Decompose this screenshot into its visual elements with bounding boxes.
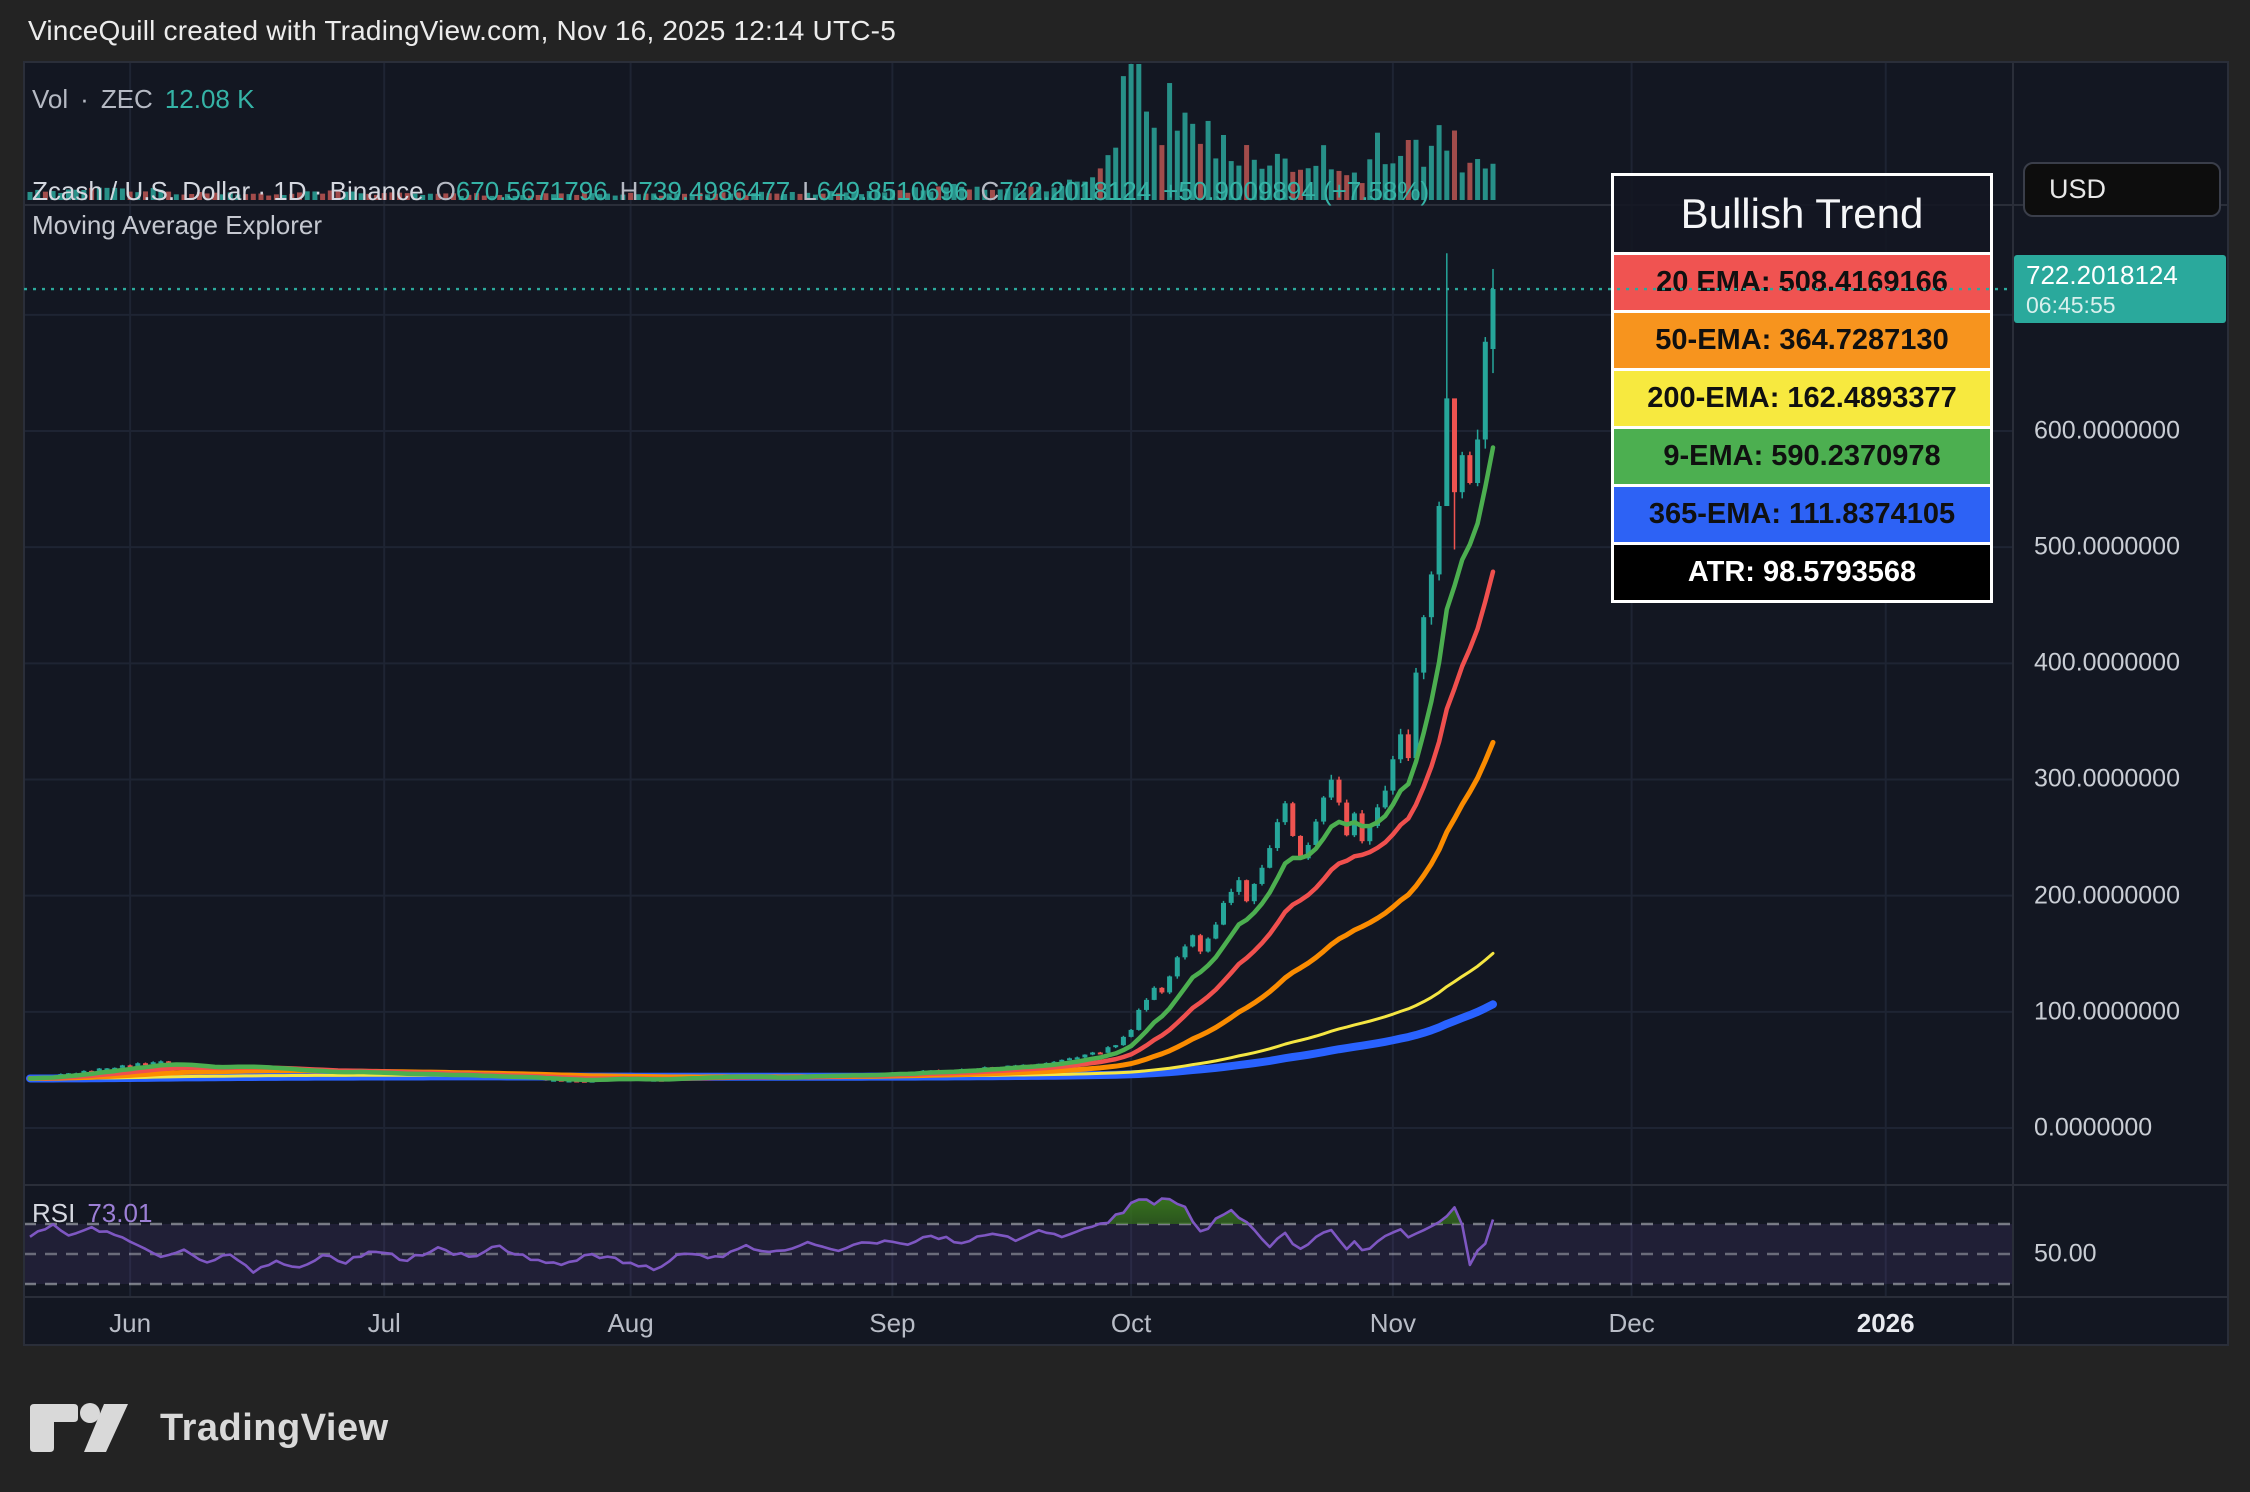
trend-row: 20 EMA: 508.4169166 — [1614, 252, 1990, 310]
trend-info-box: Bullish Trend 20 EMA: 508.416916650-EMA:… — [1611, 173, 1993, 603]
time-label: Dec — [1608, 1308, 1654, 1339]
volume-label: Vol — [32, 84, 68, 115]
close-label: C — [981, 176, 1000, 206]
volume-legend[interactable]: Vol · ZEC 12.08 K — [32, 84, 254, 115]
time-label: Nov — [1370, 1308, 1416, 1339]
trend-row: 9-EMA: 590.2370978 — [1614, 426, 1990, 484]
bar-countdown: 06:45:55 — [2026, 292, 2226, 319]
high-value: 739.4986477 — [638, 176, 790, 206]
trend-title: Bullish Trend — [1614, 176, 1990, 252]
tradingview-logo[interactable]: TradingView — [28, 1402, 389, 1454]
rsi-label: RSI — [32, 1198, 75, 1229]
time-label: Jul — [368, 1308, 401, 1339]
symbol-legend[interactable]: Zcash / U.S. Dollar · 1D · Binance O670.… — [32, 176, 1429, 207]
currency-toggle-button[interactable]: USD — [2023, 162, 2221, 217]
tradingview-snapshot: VinceQuill created with TradingView.com,… — [0, 0, 2250, 1492]
change-value: +50.9009894 (+7.58%) — [1163, 176, 1429, 207]
trend-rows: 20 EMA: 508.416916650-EMA: 364.728713020… — [1614, 252, 1990, 600]
volume-value: 12.08 K — [165, 84, 255, 115]
price-tick: 100.0000000 — [2034, 997, 2180, 1026]
trend-row: 200-EMA: 162.4893377 — [1614, 368, 1990, 426]
open-label: O — [436, 176, 456, 206]
price-tick: 0.0000000 — [2034, 1114, 2152, 1143]
tradingview-mark-icon — [28, 1402, 140, 1454]
indicator-legend[interactable]: Moving Average Explorer — [32, 210, 322, 241]
trend-row: 50-EMA: 364.7287130 — [1614, 310, 1990, 368]
time-label: Sep — [869, 1308, 915, 1339]
price-tick: 200.0000000 — [2034, 881, 2180, 910]
currency-label: USD — [2049, 174, 2106, 205]
low-value: 649.8510696 — [817, 176, 969, 206]
rsi-value: 73.01 — [87, 1198, 152, 1229]
rsi-legend[interactable]: RSI 73.01 — [32, 1198, 152, 1229]
volume-symbol: ZEC — [101, 84, 153, 115]
indicator-title: Moving Average Explorer — [32, 210, 322, 241]
time-label: Jun — [109, 1308, 151, 1339]
price-tick: 600.0000000 — [2034, 416, 2180, 445]
low-label: L — [802, 176, 816, 206]
volume-separator: · — [80, 84, 89, 115]
time-label: Oct — [1111, 1308, 1151, 1339]
trend-row: ATR: 98.5793568 — [1614, 542, 1990, 600]
price-tick: 400.0000000 — [2034, 649, 2180, 678]
price-tick: 500.0000000 — [2034, 533, 2180, 562]
tradingview-brand: TradingView — [160, 1407, 389, 1450]
time-label: Aug — [607, 1308, 653, 1339]
trend-row: 365-EMA: 111.8374105 — [1614, 484, 1990, 542]
last-price-label: 722.2018124 06:45:55 — [2014, 255, 2226, 323]
close-value: 722.2018124 — [999, 176, 1151, 206]
rsi-level-label: 50.00 — [2034, 1240, 2097, 1269]
symbol-title: Zcash / U.S. Dollar · 1D · Binance — [32, 176, 424, 207]
open-value: 670.5671796 — [456, 176, 608, 206]
last-price-value: 722.2018124 — [2026, 260, 2226, 291]
price-tick: 300.0000000 — [2034, 765, 2180, 794]
time-label: 2026 — [1857, 1308, 1915, 1339]
high-label: H — [620, 176, 639, 206]
